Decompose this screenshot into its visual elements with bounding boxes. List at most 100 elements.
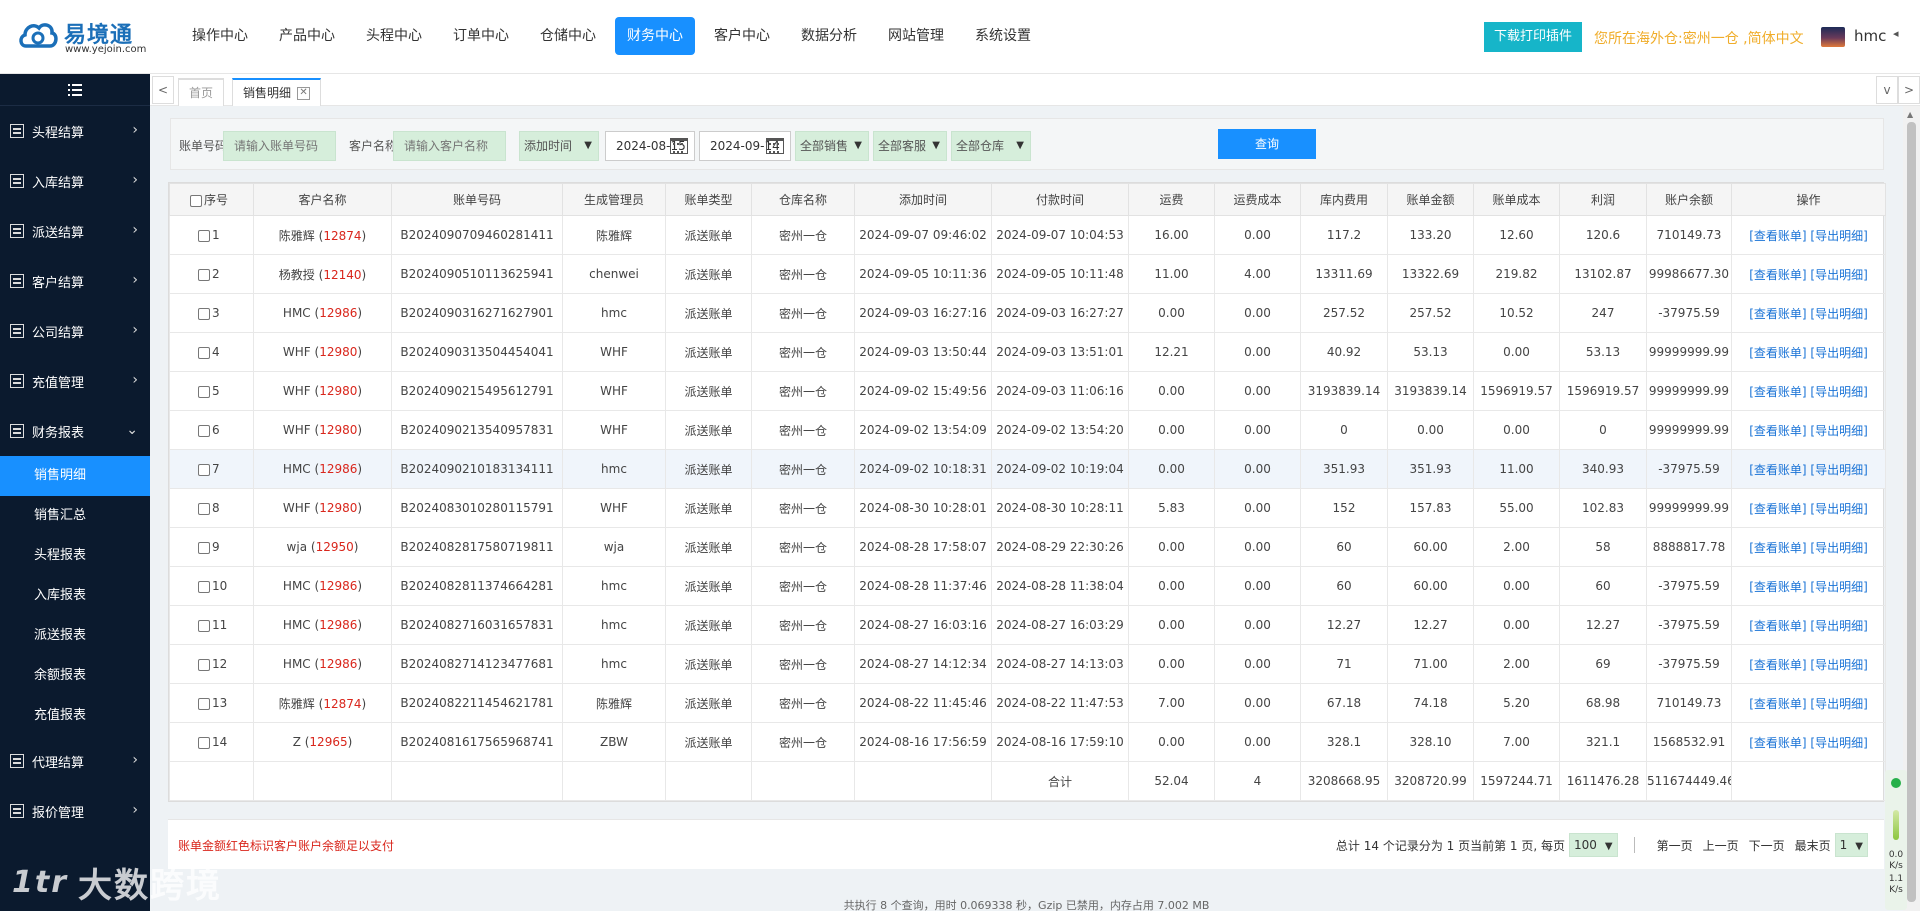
export-detail-link[interactable]: [导出明细] xyxy=(1810,658,1867,672)
customer-id[interactable]: 12986 xyxy=(319,579,357,593)
row-checkbox[interactable] xyxy=(198,619,210,632)
tabs-scroll-left-button[interactable]: < xyxy=(152,76,174,104)
table-row[interactable]: 11 HMC (12986) B2024082716031657831 hmc 派送账单… xyxy=(169,605,1886,645)
topnav-item[interactable]: 订单中心 xyxy=(441,17,521,55)
customer-name-input[interactable] xyxy=(393,131,506,161)
sidebar-sub-item[interactable]: 入库报表 xyxy=(0,576,150,616)
row-checkbox[interactable] xyxy=(198,463,210,476)
table-row[interactable]: 10 HMC (12986) B2024082811374664281 hmc 派送账单… xyxy=(169,566,1886,606)
calendar-icon[interactable] xyxy=(766,138,784,154)
table-row[interactable]: 2 杨教授 (12140) B2024090510113625941 chenwei 派… xyxy=(169,254,1886,294)
sidebar-group-item[interactable]: 公司结算 › xyxy=(0,306,150,356)
table-row[interactable]: 8 WHF (12980) B2024083010280115791 WHF 派送账单密… xyxy=(169,488,1886,528)
row-checkbox[interactable] xyxy=(198,697,210,710)
sidebar-sub-item[interactable]: 充值报表 xyxy=(0,696,150,736)
bill-no-input[interactable] xyxy=(223,131,336,161)
export-detail-link[interactable]: [导出明细] xyxy=(1810,346,1867,360)
tab-home[interactable]: 首页 xyxy=(178,78,225,106)
view-bill-link[interactable]: [查看账单] xyxy=(1749,736,1806,750)
tab-close-icon[interactable]: ✕ xyxy=(297,87,311,100)
row-checkbox[interactable] xyxy=(198,736,210,749)
view-bill-link[interactable]: [查看账单] xyxy=(1749,346,1806,360)
topnav-item[interactable]: 网站管理 xyxy=(876,17,956,55)
export-detail-link[interactable]: [导出明细] xyxy=(1810,229,1867,243)
sidebar-group-item[interactable]: 充值管理 › xyxy=(0,356,150,406)
user-avatar[interactable] xyxy=(1821,27,1845,47)
view-bill-link[interactable]: [查看账单] xyxy=(1749,307,1806,321)
sidebar-sub-item[interactable]: 余额报表 xyxy=(0,656,150,696)
row-checkbox[interactable] xyxy=(198,541,210,554)
view-bill-link[interactable]: [查看账单] xyxy=(1749,580,1806,594)
view-bill-link[interactable]: [查看账单] xyxy=(1749,541,1806,555)
export-detail-link[interactable]: [导出明细] xyxy=(1810,385,1867,399)
customer-id[interactable]: 12140 xyxy=(323,268,361,282)
warehouse-location-text[interactable]: 您所在海外仓:密州一仓 ,简体中文 xyxy=(1594,28,1804,48)
date-to-input[interactable]: 2024-09-14 xyxy=(699,131,791,161)
export-detail-link[interactable]: [导出明细] xyxy=(1810,736,1867,750)
query-button[interactable]: 查询 xyxy=(1218,129,1316,159)
table-row[interactable]: 5 WHF (12980) B2024090215495612791 WHF 派送账单密… xyxy=(169,371,1886,411)
table-row[interactable]: 13 陈雅辉 (12874) B2024082211454621781 陈雅辉 派送账单… xyxy=(169,683,1886,723)
customer-id[interactable]: 12986 xyxy=(319,657,357,671)
topnav-item[interactable]: 仓储中心 xyxy=(528,17,608,55)
per-page-select[interactable]: 100 ▼ xyxy=(1568,833,1618,857)
row-checkbox[interactable] xyxy=(198,346,210,359)
user-menu-caret-icon[interactable]: ◂ xyxy=(1893,27,1899,40)
customer-id[interactable]: 12980 xyxy=(319,501,357,515)
export-detail-link[interactable]: [导出明细] xyxy=(1810,463,1867,477)
view-bill-link[interactable]: [查看账单] xyxy=(1749,697,1806,711)
table-row[interactable]: 14 Z (12965) B2024081617565968741 ZBW 派送账单 密州… xyxy=(169,722,1886,762)
export-detail-link[interactable]: [导出明细] xyxy=(1810,268,1867,282)
download-plugin-button[interactable]: 下载打印插件 xyxy=(1484,22,1583,52)
export-detail-link[interactable]: [导出明细] xyxy=(1810,307,1867,321)
sidebar-sub-item[interactable]: 派送报表 xyxy=(0,616,150,656)
view-bill-link[interactable]: [查看账单] xyxy=(1749,229,1806,243)
prev-page-link[interactable]: 上一页 xyxy=(1703,837,1739,854)
sidebar-group-item[interactable]: 派送结算 › xyxy=(0,206,150,256)
brand-logo[interactable]: 易境通 www.yejoin.com xyxy=(18,14,153,58)
sidebar-sub-item[interactable]: 销售明细 xyxy=(0,456,150,496)
sidebar-toggle-button[interactable] xyxy=(0,74,150,106)
sidebar-group-item[interactable]: 头程结算 › xyxy=(0,106,150,156)
customer-id[interactable]: 12874 xyxy=(323,697,361,711)
table-row[interactable]: 12 HMC (12986) B2024082714123477681 hmc 派送账单… xyxy=(169,644,1886,684)
sidebar-sub-item[interactable]: 销售汇总 xyxy=(0,496,150,536)
customer-id[interactable]: 12965 xyxy=(309,735,347,749)
table-row[interactable]: 7 HMC (12986) B2024090210183134111 hmc 派送账单密… xyxy=(169,449,1886,489)
export-detail-link[interactable]: [导出明细] xyxy=(1810,424,1867,438)
sidebar-group-item[interactable]: 客户结算 › xyxy=(0,256,150,306)
sidebar-group-item[interactable]: 财务报表 ⌄ xyxy=(0,406,150,456)
view-bill-link[interactable]: [查看账单] xyxy=(1749,385,1806,399)
view-bill-link[interactable]: [查看账单] xyxy=(1749,463,1806,477)
select-all-checkbox[interactable] xyxy=(190,194,202,207)
export-detail-link[interactable]: [导出明细] xyxy=(1810,541,1867,555)
tabs-scroll-right-button[interactable]: > xyxy=(1898,76,1920,104)
view-bill-link[interactable]: [查看账单] xyxy=(1749,658,1806,672)
customer-id[interactable]: 12950 xyxy=(316,540,354,554)
column-header[interactable]: 序号 xyxy=(169,183,254,216)
topnav-item[interactable]: 操作中心 xyxy=(180,17,260,55)
topnav-item[interactable]: 客户中心 xyxy=(702,17,782,55)
user-name[interactable]: hmc xyxy=(1854,27,1886,45)
calendar-icon[interactable] xyxy=(670,138,688,154)
page-select[interactable]: 1 ▼ xyxy=(1834,833,1868,857)
date-from-input[interactable]: 2024-08-15 xyxy=(605,131,695,161)
tab-sales-detail[interactable]: 销售明细 ✕ xyxy=(232,78,322,106)
export-detail-link[interactable]: [导出明细] xyxy=(1810,580,1867,594)
sidebar-group-item[interactable]: 代理结算 › xyxy=(0,736,150,786)
scroll-up-icon[interactable]: ▲ xyxy=(1907,110,1913,119)
table-row[interactable]: 9 wja (12950) B2024082817580719811 wja 派送账单密… xyxy=(169,527,1886,567)
view-bill-link[interactable]: [查看账单] xyxy=(1749,424,1806,438)
table-row[interactable]: 1 陈雅辉 (12874) B2024090709460281411 陈雅辉 派送账单密… xyxy=(169,215,1886,255)
row-checkbox[interactable] xyxy=(198,658,210,671)
next-page-link[interactable]: 下一页 xyxy=(1749,837,1785,854)
topnav-item[interactable]: 系统设置 xyxy=(963,17,1043,55)
customer-id[interactable]: 12874 xyxy=(323,229,361,243)
table-row[interactable]: 6 WHF (12980) B2024090213540957831 WHF 派送账单密… xyxy=(169,410,1886,450)
row-checkbox[interactable] xyxy=(198,502,210,515)
customer-id[interactable]: 12980 xyxy=(319,384,357,398)
topnav-item[interactable]: 财务中心 xyxy=(615,17,695,55)
row-checkbox[interactable] xyxy=(198,268,210,281)
export-detail-link[interactable]: [导出明细] xyxy=(1810,697,1867,711)
export-detail-link[interactable]: [导出明细] xyxy=(1810,502,1867,516)
